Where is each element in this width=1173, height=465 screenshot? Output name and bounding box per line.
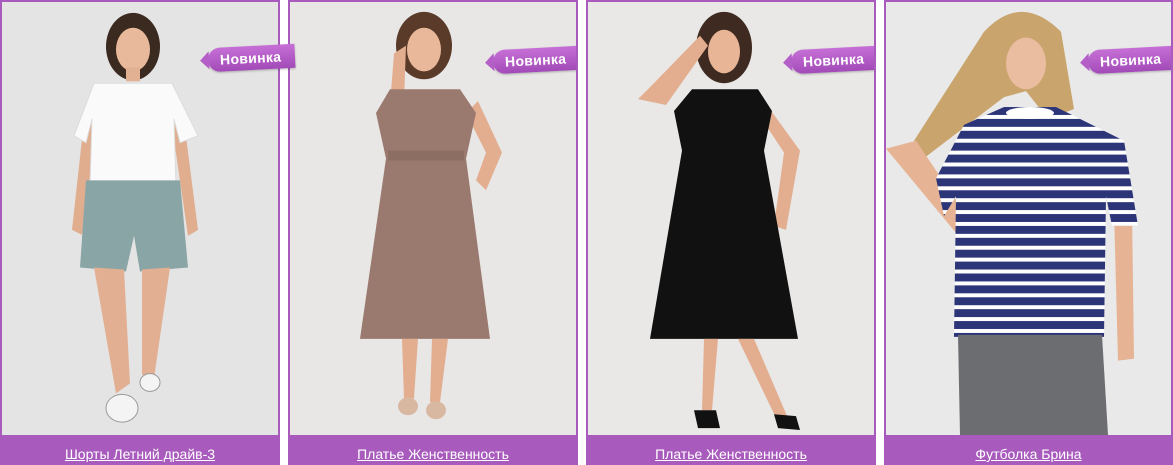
new-badge: Новинка	[790, 45, 874, 75]
product-title-link[interactable]: Платье Женственность	[357, 446, 509, 462]
product-title-link[interactable]: Шорты Летний драйв-3	[65, 446, 215, 462]
product-caption: Шорты Летний драйв-3	[2, 435, 278, 463]
new-badge: Новинка	[207, 43, 296, 73]
product-caption: Футболка Брина	[886, 435, 1171, 463]
new-badge: Новинка	[492, 45, 576, 75]
product-caption: Платье Женственность	[290, 435, 576, 463]
new-badge: Новинка	[1087, 45, 1171, 75]
product-grid: Шорты Летний драйв-3 Новинка Платье Женс…	[0, 0, 1173, 465]
product-card[interactable]: Новинка Платье Женственность	[288, 0, 578, 465]
product-title-link[interactable]: Платье Женственность	[655, 446, 807, 462]
product-card[interactable]: Новинка Платье Женственность	[586, 0, 876, 465]
product-title-link[interactable]: Футболка Брина	[975, 446, 1081, 462]
product-card[interactable]: Новинка Футболка Брина	[884, 0, 1173, 465]
product-caption: Платье Женственность	[588, 435, 874, 463]
